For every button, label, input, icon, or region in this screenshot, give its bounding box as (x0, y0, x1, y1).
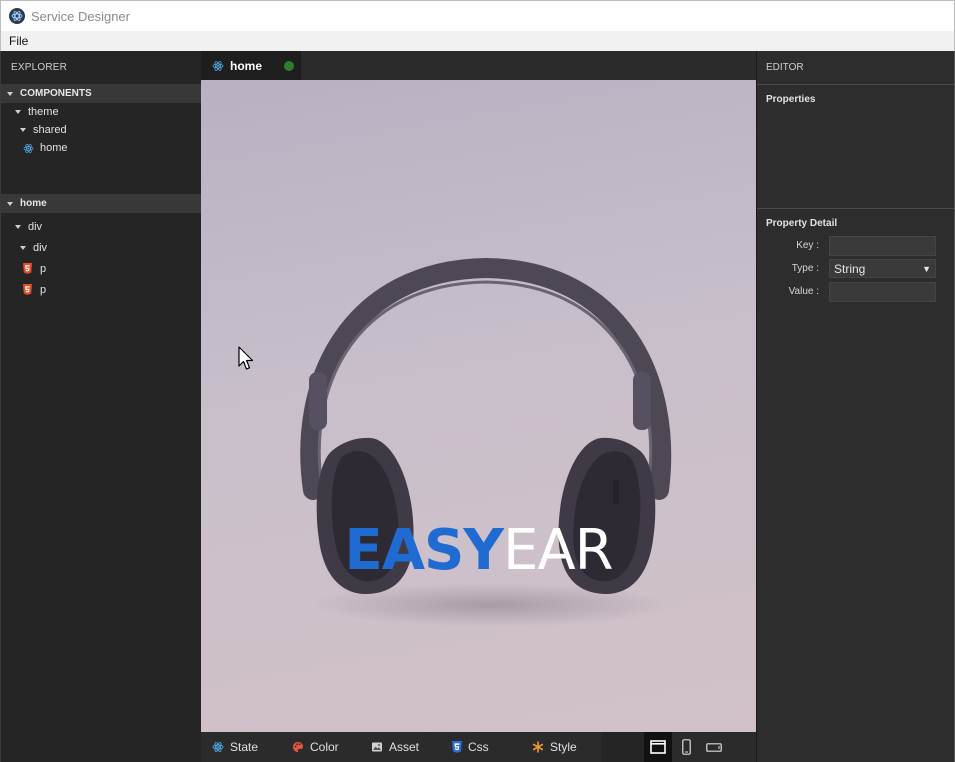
property-detail-title: Property Detail (766, 218, 838, 229)
tree-item-div-nested[interactable]: div (1, 237, 201, 258)
value-label: Value : (788, 286, 819, 297)
editor-panel: EDITOR Properties Property Detail Key : … (756, 51, 955, 762)
style-button[interactable]: Style (521, 732, 601, 762)
caret-down-icon (7, 201, 13, 206)
asterisk-icon (532, 741, 544, 753)
components-section-label: COMPONENTS (20, 88, 92, 99)
html5-icon (23, 284, 32, 295)
desktop-view-button[interactable] (644, 732, 672, 762)
mouse-cursor-icon (238, 346, 254, 370)
explorer-panel: EXPLORER COMPONENTS theme shared home ho… (0, 51, 201, 762)
tree-item-label: home (40, 142, 68, 154)
mobile-view-button[interactable] (672, 732, 700, 762)
tablet-landscape-view-button[interactable] (700, 732, 728, 762)
tab-home[interactable]: home (201, 51, 301, 80)
state-button[interactable]: State (201, 732, 281, 762)
tab-bar: home (201, 51, 756, 80)
tree-item-label: div (28, 220, 43, 233)
color-button[interactable]: Color (281, 732, 360, 762)
window-title: Service Designer (31, 8, 130, 24)
tree-item-home[interactable]: home (1, 139, 201, 157)
headphones-image (300, 257, 672, 627)
caret-down-icon (20, 128, 26, 132)
toolbar-spacer (601, 732, 644, 762)
type-select-value: String (834, 261, 866, 276)
tree-item-label: theme (28, 106, 59, 118)
css-button[interactable]: Css (441, 732, 521, 762)
tree-item-label: shared (33, 124, 67, 136)
palette-icon (293, 742, 303, 752)
asset-button[interactable]: Asset (360, 732, 441, 762)
tree-item-p[interactable]: p (1, 279, 201, 300)
tree-item-shared[interactable]: shared (1, 121, 201, 139)
home-section-label: home (20, 198, 47, 209)
tree-item-div[interactable]: div (1, 216, 201, 237)
key-label: Key : (796, 240, 819, 251)
tab-label: home (230, 58, 263, 73)
mobile-icon (681, 739, 691, 755)
properties-title: Properties (766, 94, 816, 105)
dropdown-arrow-icon: ▼ (922, 263, 931, 274)
caret-down-icon (7, 91, 13, 96)
tree-item-p[interactable]: p (1, 258, 201, 279)
explorer-header: EXPLORER (11, 62, 68, 73)
key-input[interactable] (829, 235, 936, 256)
preview-viewport[interactable]: EASYEAR (201, 80, 756, 732)
tree-item-label: p (40, 262, 47, 275)
value-input[interactable] (829, 281, 936, 302)
unsaved-status-dot (284, 60, 295, 71)
tree-item-label: p (40, 283, 47, 296)
title-bar: Service Designer (0, 0, 955, 31)
key-row: Key : (757, 234, 954, 257)
react-icon (23, 143, 34, 153)
type-select[interactable]: String ▼ (829, 259, 936, 278)
editor-header: EDITOR (757, 51, 954, 85)
tablet-landscape-icon (706, 742, 722, 752)
type-label: Type : (791, 263, 819, 274)
css3-icon (452, 741, 462, 753)
css-label: Css (468, 740, 489, 754)
caret-down-icon (15, 224, 21, 229)
desktop-icon (650, 740, 666, 754)
view-mode-group (644, 732, 728, 762)
style-label: Style (550, 740, 577, 754)
design-canvas: home EASYEAR (201, 51, 756, 732)
tree-item-theme[interactable]: theme (1, 103, 201, 121)
home-section-header[interactable]: home (1, 194, 201, 213)
react-icon (212, 742, 224, 752)
state-label: State (230, 740, 259, 754)
menu-file[interactable]: File (7, 34, 30, 48)
color-label: Color (310, 740, 339, 754)
html5-icon (23, 263, 32, 274)
react-icon (212, 60, 224, 71)
bottom-toolbar: State Color Asset Css Style (201, 732, 756, 762)
components-section-header[interactable]: COMPONENTS (1, 84, 201, 103)
caret-down-icon (20, 245, 26, 250)
caret-down-icon (15, 110, 21, 114)
app-icon (9, 8, 25, 24)
asset-label: Asset (389, 740, 420, 754)
type-row: Type : String ▼ (757, 257, 954, 280)
image-icon (372, 742, 382, 752)
menu-bar: File (0, 31, 955, 51)
properties-list (757, 114, 954, 208)
brand-part-ear: EAR (502, 518, 614, 583)
value-row: Value : (757, 280, 954, 303)
brand-logo-text: EASYEAR (201, 518, 756, 583)
brand-part-easy: EASY (344, 518, 503, 583)
tree-item-label: div (33, 241, 48, 254)
